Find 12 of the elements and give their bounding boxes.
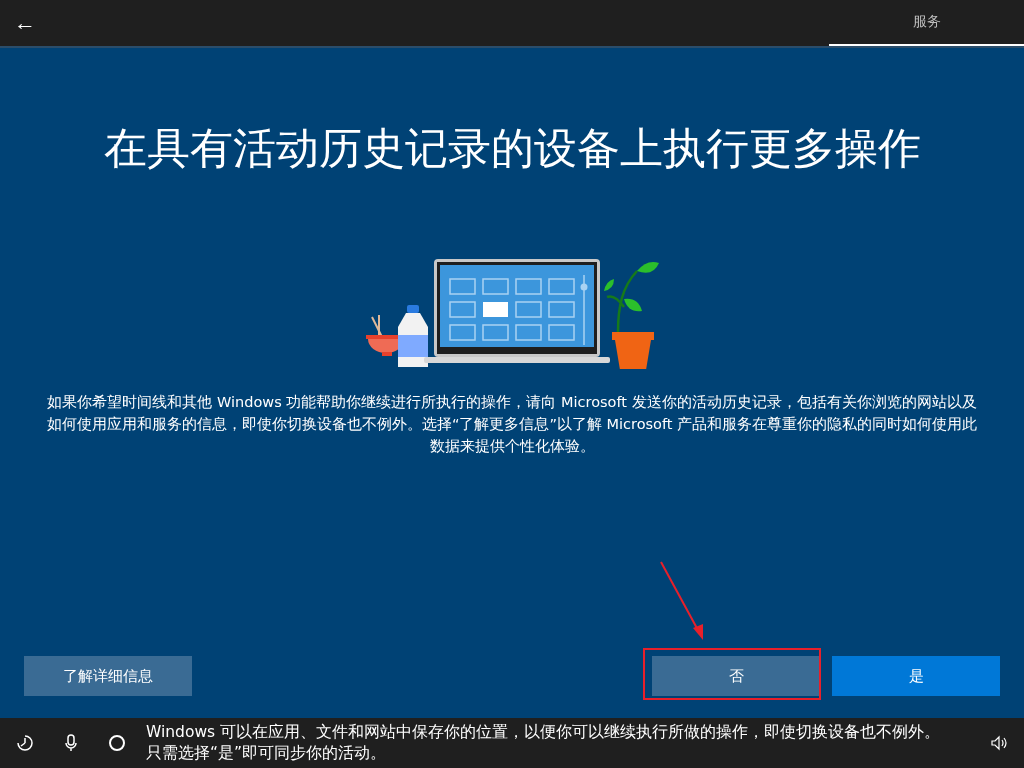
section-tab[interactable]: 服务	[829, 0, 1024, 46]
learn-more-button[interactable]: 了解详细信息	[24, 656, 192, 696]
ease-of-access-icon[interactable]	[16, 734, 34, 752]
page-title: 在具有活动历史记录的设备上执行更多操作	[103, 123, 921, 175]
volume-icon[interactable]	[990, 734, 1008, 752]
narration-text: Windows 可以在应用、文件和网站中保存你的位置，以便你可以继续执行所做的操作，即使切换设备也不例外。只需选择“是”即可同步你的活动。	[146, 722, 942, 764]
back-button[interactable]: ←	[12, 12, 38, 34]
description-text: 如果你希望时间线和其他 Windows 功能帮助你继续进行所执行的操作，请向 Microsoft 发送你的活动历史记录，包括有关你浏览的网站以及如何使用应用和服务的信息，即使你切换设备也不例外。选择“了解更多信息”以了解 Microsoft 产品和服务在尊重你的隐私的同时如何使用此数据来提供个性化体验。	[45, 392, 979, 456]
choice-button[interactable]: 否	[652, 656, 820, 696]
choice-button[interactable]: 是	[832, 656, 1000, 696]
cortana-icon[interactable]	[108, 734, 126, 752]
microphone-icon[interactable]	[62, 734, 80, 752]
